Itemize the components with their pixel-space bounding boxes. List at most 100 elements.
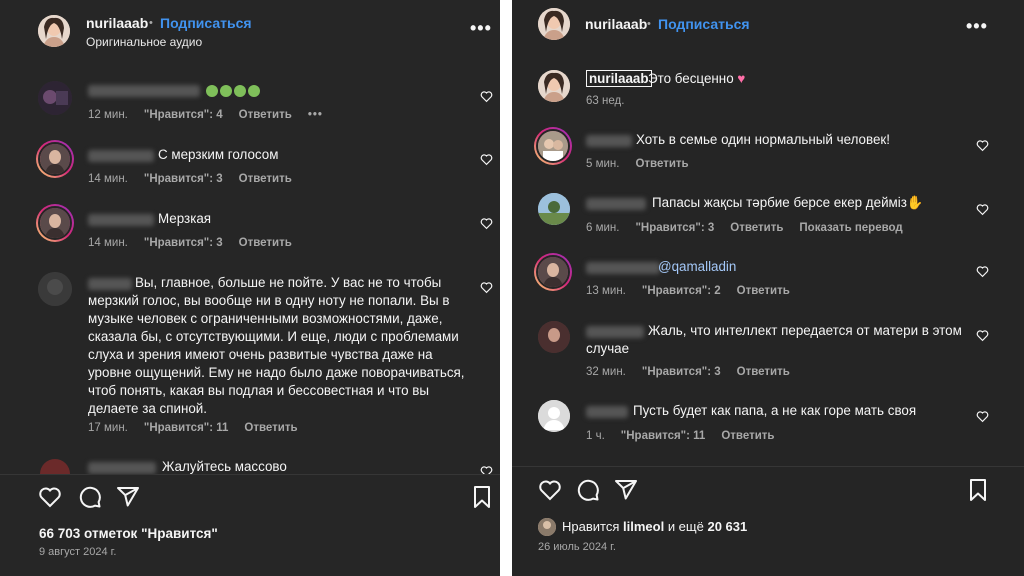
comment-text: Вы, главное, больше не пойте. У вас не т…: [88, 275, 465, 416]
commenter-avatar[interactable]: [40, 459, 70, 474]
nauseated-emoji-icon: [234, 85, 246, 98]
caption-time: 63 нед.: [586, 95, 625, 107]
liked-by-prefix: Нравится: [562, 519, 620, 534]
comment-mention[interactable]: @qamalladin: [658, 258, 736, 276]
commenter-avatar[interactable]: [534, 127, 572, 165]
reply-button[interactable]: Ответить: [635, 158, 688, 170]
caption-text: Это бесценно ♥: [648, 71, 746, 86]
post-panel-left: nurilaaab • Подписаться Оригинальное ауд…: [0, 0, 500, 576]
nauseated-emoji-icon: [220, 85, 232, 98]
bookmark-icon[interactable]: [966, 478, 990, 502]
like-comment-icon[interactable]: [480, 90, 493, 103]
divider: [512, 466, 1024, 467]
like-comment-icon[interactable]: [976, 410, 989, 423]
liker-avatar[interactable]: [538, 518, 556, 536]
comment-text: Мерзкая: [158, 211, 212, 226]
comment-likes[interactable]: "Нравится": 11: [621, 430, 706, 442]
comment-text: Жалуйтесь массово: [162, 459, 287, 474]
comment-time: 6 мин.: [586, 222, 620, 234]
follow-button[interactable]: Подписаться: [658, 16, 750, 32]
like-comment-icon[interactable]: [976, 203, 989, 216]
comment-meta: 14 мин. "Нравится": 3 Ответить: [88, 173, 308, 185]
comment-text: Хоть в семье один нормальный человек!: [636, 132, 890, 147]
caption-username[interactable]: nurilaaab: [586, 70, 652, 88]
comment-icon[interactable]: [576, 478, 600, 502]
reply-button[interactable]: Ответить: [239, 109, 292, 121]
reply-button[interactable]: Ответить: [730, 222, 783, 234]
commenter-name[interactable]: [586, 198, 646, 210]
like-comment-icon[interactable]: [976, 265, 989, 278]
author-username[interactable]: nurilaaab: [86, 15, 148, 31]
nauseated-emoji-icon: [248, 85, 260, 98]
liked-by: Нравится lilmeol и ещё 20 631: [562, 518, 747, 536]
heart-icon[interactable]: [538, 478, 562, 502]
bookmark-icon[interactable]: [470, 485, 494, 509]
audio-label[interactable]: Оригинальное аудио: [86, 35, 202, 49]
liked-by-user[interactable]: lilmeol: [623, 519, 664, 534]
comment-time: 1 ч.: [586, 430, 605, 442]
comment-meta: 14 мин. "Нравится": 3 Ответить: [88, 237, 308, 249]
commenter-name[interactable]: [586, 406, 628, 418]
comment-likes[interactable]: "Нравится": 3: [144, 173, 223, 185]
commenter-avatar[interactable]: [538, 400, 570, 432]
comment-text: Папасы жақсы тәрбие берсе екер дейміз✋: [652, 195, 924, 210]
like-comment-icon[interactable]: [976, 329, 989, 342]
commenter-avatar[interactable]: [38, 81, 72, 115]
commenter-avatar[interactable]: [538, 193, 570, 225]
author-username[interactable]: nurilaaab: [585, 16, 647, 32]
like-comment-icon[interactable]: [480, 281, 493, 294]
comment-likes[interactable]: "Нравится": 4: [144, 109, 223, 121]
like-comment-icon[interactable]: [976, 139, 989, 152]
likes-count[interactable]: 66 703 отметок "Нравится": [39, 526, 218, 541]
commenter-avatar[interactable]: [538, 321, 570, 353]
separator-dot: •: [149, 17, 153, 29]
more-options-icon[interactable]: •••: [470, 18, 492, 39]
like-comment-icon[interactable]: [480, 217, 493, 230]
commenter-avatar[interactable]: [36, 140, 74, 178]
commenter-name[interactable]: [586, 262, 660, 274]
more-options-icon[interactable]: •••: [966, 16, 988, 37]
like-comment-icon[interactable]: [480, 153, 493, 166]
comment-likes[interactable]: "Нравится": 2: [642, 285, 721, 297]
reply-button[interactable]: Ответить: [239, 237, 292, 249]
commenter-avatar[interactable]: [36, 204, 74, 242]
share-icon[interactable]: [614, 478, 638, 502]
author-avatar[interactable]: [538, 8, 570, 40]
comment-meta: 5 мин. Ответить: [586, 158, 705, 170]
liked-by-count[interactable]: 20 631: [707, 519, 747, 534]
comment-likes[interactable]: "Нравится": 3: [144, 237, 223, 249]
comment-likes[interactable]: "Нравится": 11: [144, 422, 229, 434]
like-comment-icon[interactable]: [480, 465, 493, 474]
reply-button[interactable]: Ответить: [244, 422, 297, 434]
reply-button[interactable]: Ответить: [737, 285, 790, 297]
reply-button[interactable]: Ответить: [737, 366, 790, 378]
heart-icon[interactable]: [38, 485, 62, 509]
commenter-name[interactable]: [88, 150, 154, 162]
comment-time: 14 мин.: [88, 237, 128, 249]
translate-button[interactable]: Показать перевод: [799, 222, 902, 234]
comment-meta: 1 ч. "Нравится": 11 Ответить: [586, 430, 790, 442]
reply-button[interactable]: Ответить: [721, 430, 774, 442]
commenter-name[interactable]: [88, 85, 200, 97]
comment-time: 14 мин.: [88, 173, 128, 185]
liked-by-middle: и ещё: [667, 519, 704, 534]
comment-icon[interactable]: [78, 485, 102, 509]
comment-more-icon[interactable]: •••: [308, 109, 323, 121]
commenter-name[interactable]: [586, 135, 632, 147]
post-header: nurilaaab • Подписаться •••: [512, 0, 1024, 62]
author-avatar[interactable]: [38, 15, 70, 47]
reply-button[interactable]: Ответить: [239, 173, 292, 185]
comment-item: Жалуйтесь массово: [0, 452, 500, 474]
author-avatar[interactable]: [538, 70, 570, 102]
follow-button[interactable]: Подписаться: [160, 15, 252, 31]
comment-meta: 32 мин. "Нравится": 3 Ответить: [586, 366, 806, 378]
share-icon[interactable]: [116, 485, 140, 509]
post-header: nurilaaab • Подписаться Оригинальное ауд…: [0, 0, 500, 62]
comment-likes[interactable]: "Нравится": 3: [635, 222, 714, 234]
comment-likes[interactable]: "Нравится": 3: [642, 366, 721, 378]
commenter-name[interactable]: [88, 462, 156, 474]
commenter-avatar[interactable]: [38, 272, 72, 306]
commenter-name[interactable]: [88, 214, 154, 226]
comment-time: 5 мин.: [586, 158, 620, 170]
commenter-avatar[interactable]: [534, 253, 572, 291]
